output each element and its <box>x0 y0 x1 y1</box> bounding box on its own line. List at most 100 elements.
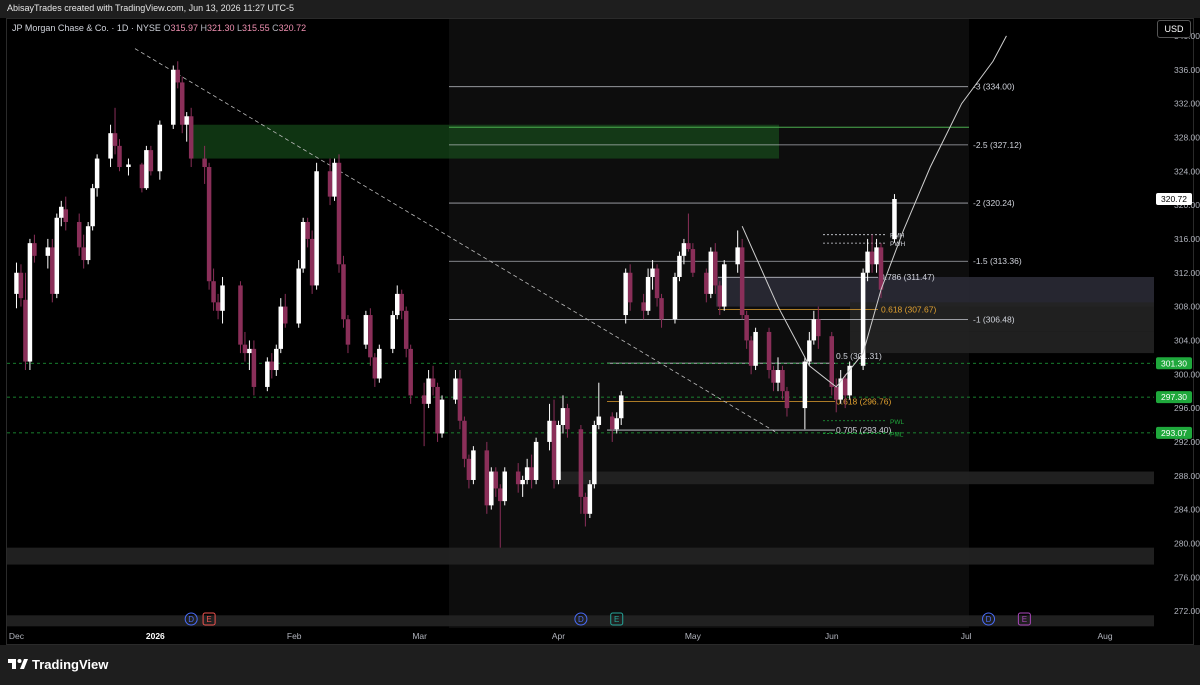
candle-body <box>283 306 288 324</box>
price-badge-label: 293.07 <box>1161 428 1187 438</box>
candle-body <box>372 357 378 379</box>
candle-body <box>677 255 682 277</box>
y-tick-label: 280.00 <box>1174 538 1200 548</box>
candle-body <box>775 370 781 383</box>
candle-body <box>327 171 333 197</box>
candle-body <box>842 378 848 396</box>
event-marker-label: D <box>578 615 584 624</box>
gray-zone-4 <box>7 547 1154 565</box>
candle-body <box>377 348 382 379</box>
event-marker-label: D <box>986 615 992 624</box>
candle-body <box>493 471 499 489</box>
candle-body <box>878 247 884 290</box>
x-tick-label: 2026 <box>146 631 165 641</box>
symbol-legend: JP Morgan Chase & Co. · 1D · NYSE O315.9… <box>12 23 306 33</box>
candle-body <box>686 243 691 250</box>
candle-body <box>587 484 593 514</box>
candle-body <box>269 361 275 371</box>
candle-body <box>108 133 113 159</box>
gray-zone-0 <box>716 276 1154 307</box>
candle-body <box>623 272 628 316</box>
event-marker-label: D <box>188 615 194 624</box>
candle-body <box>242 344 248 354</box>
low-value: 315.55 <box>242 23 270 33</box>
y-tick-label: 304.00 <box>1174 335 1200 345</box>
fib-level-label: -2 (320.24) <box>973 198 1015 208</box>
candle-body <box>215 302 221 311</box>
candle-body <box>520 479 525 485</box>
candle-body <box>112 133 118 146</box>
x-tick-label: Aug <box>1097 631 1112 641</box>
fib-level-label: -2.5 (327.12) <box>973 140 1022 150</box>
x-tick-label: Mar <box>412 631 427 641</box>
candle-body <box>296 268 301 324</box>
price-chart[interactable]: -3 (334.00) -2.5 (327.12) -2 (320.24) -1.5 … <box>0 0 1200 685</box>
candle-body <box>681 243 687 256</box>
footer-bar <box>0 645 1200 685</box>
candle-body <box>238 285 243 345</box>
y-tick-label: 284.00 <box>1174 505 1200 515</box>
candle-body <box>614 418 619 430</box>
candle-body <box>14 272 19 294</box>
level-tag: PWL <box>890 419 904 426</box>
currency-button[interactable]: USD <box>1157 20 1191 38</box>
y-tick-label: 300.00 <box>1174 369 1200 379</box>
candle-body <box>341 264 346 320</box>
candle-body <box>592 425 597 485</box>
event-marker-label: E <box>206 615 211 624</box>
symbol-name: JP Morgan Chase & Co. · 1D · NYSE <box>12 23 161 33</box>
candle-body <box>833 386 839 400</box>
candle-body <box>90 188 95 227</box>
candle-body <box>721 264 727 307</box>
gray-zone-2 <box>850 331 1154 354</box>
fib-level-label: -3 (334.00) <box>973 82 1015 92</box>
candle-body <box>426 378 431 404</box>
candle-body <box>829 336 834 387</box>
candle-body <box>735 247 740 265</box>
candle-body <box>457 378 463 421</box>
candle-body <box>206 167 212 282</box>
candle-body <box>63 209 69 222</box>
candle-body <box>394 293 400 316</box>
candle-body <box>565 408 570 430</box>
y-tick-label: 312.00 <box>1174 268 1200 278</box>
candle-body <box>18 272 24 299</box>
y-tick-label: 316.00 <box>1174 234 1200 244</box>
high-value: 321.30 <box>206 23 235 33</box>
x-tick-label: Feb <box>287 631 302 641</box>
candle-body <box>484 450 490 506</box>
candle-body <box>627 272 633 303</box>
candle-body <box>556 425 561 480</box>
candle-body <box>807 340 812 362</box>
candle-body <box>247 348 252 354</box>
candle-body <box>618 395 624 419</box>
candle-body <box>390 315 396 349</box>
candle-body <box>462 420 467 459</box>
candle-body <box>59 206 64 218</box>
candle-body <box>148 150 154 172</box>
price-badge-label: 320.72 <box>1161 194 1187 204</box>
candle-body <box>869 251 875 265</box>
candle-body <box>300 222 306 269</box>
candle-body <box>278 306 284 349</box>
candle-body <box>704 272 709 294</box>
candle-body <box>336 162 342 265</box>
x-tick-label: Apr <box>552 631 565 641</box>
candle-body <box>179 82 185 125</box>
candle-body <box>650 268 655 277</box>
tradingview-logo-icon <box>8 659 28 669</box>
tradingview-brand: TradingView <box>32 657 109 672</box>
candle-body <box>50 247 55 294</box>
candle-body <box>610 416 615 430</box>
candle-body <box>439 399 445 434</box>
level-tag: PML <box>890 431 904 438</box>
retracement-label: 0.786 (311.47) <box>880 272 935 282</box>
candle-body <box>202 158 207 168</box>
price-badge-label: 301.30 <box>1161 358 1187 368</box>
y-tick-label: 276.00 <box>1174 572 1200 582</box>
y-tick-label: 272.00 <box>1174 606 1200 616</box>
fib-level-label: -1.5 (313.36) <box>973 256 1022 266</box>
candle-body <box>435 386 440 434</box>
candle-body <box>94 158 100 189</box>
candle-body <box>363 315 369 345</box>
